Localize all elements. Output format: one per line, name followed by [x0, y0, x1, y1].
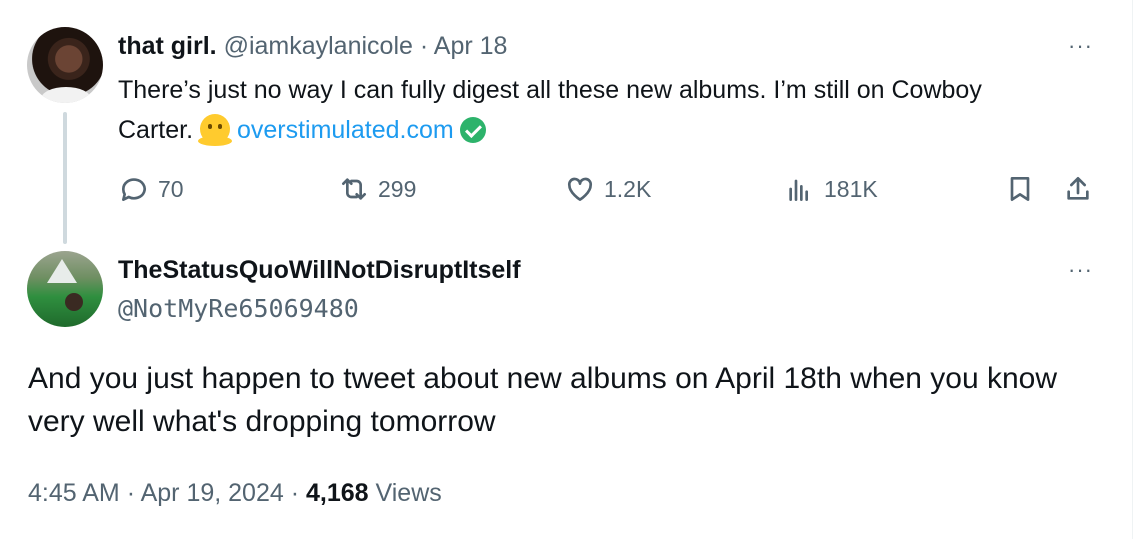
separator: · [126, 479, 136, 507]
reply-icon [121, 178, 146, 201]
tweet-text: There’s just no way I can fully digest a… [118, 70, 1058, 150]
bookmark-button[interactable] [1004, 170, 1036, 208]
verified-check-icon [459, 117, 486, 143]
views-chart-icon [789, 179, 808, 201]
views-button[interactable]: 181K [784, 170, 878, 208]
reply-count: 70 [158, 175, 184, 202]
retweet-icon [342, 178, 366, 200]
melting-face-emoji-icon [197, 114, 232, 146]
like-count: 1.2K [604, 175, 652, 202]
tweet-link[interactable]: overstimulated.com [237, 116, 454, 144]
bookmark-icon [1010, 177, 1030, 201]
views-count: 181K [824, 175, 878, 202]
handle[interactable]: @NotMyRe65069480 [118, 293, 359, 325]
right-border [1132, 0, 1133, 539]
avatar[interactable] [27, 251, 103, 327]
thread-line [63, 112, 67, 244]
tweet-date[interactable]: Apr 19, 2024 [141, 479, 284, 507]
more-icon[interactable]: ··· [1068, 259, 1093, 281]
heart-icon [567, 177, 593, 201]
display-name[interactable]: TheStatusQuoWillNotDisruptItself [118, 254, 521, 286]
tweet-header: that girl. @iamkaylanicole · Apr 18 [118, 31, 507, 61]
retweet-count: 299 [378, 175, 417, 202]
retweet-button[interactable]: 299 [338, 170, 416, 208]
separator: · [290, 479, 300, 507]
separator: · [419, 32, 429, 60]
handle[interactable]: @iamkaylanicole [224, 32, 413, 60]
tweet-text: And you just happen to tweet about new a… [28, 362, 1058, 438]
views-count: 4,168 [306, 479, 369, 507]
display-name[interactable]: that girl. [118, 32, 217, 60]
more-icon[interactable]: ··· [1068, 35, 1093, 57]
tweet-actions: 70 299 1.2K 181K [118, 170, 1108, 210]
share-button[interactable] [1062, 170, 1094, 208]
avatar[interactable] [27, 27, 103, 103]
like-button[interactable]: 1.2K [564, 170, 651, 208]
tweet-date[interactable]: Apr 18 [434, 32, 508, 60]
tweet-time[interactable]: 4:45 AM [28, 479, 120, 507]
share-icon [1067, 177, 1089, 200]
reply-button[interactable]: 70 [118, 170, 184, 208]
views-label: Views [375, 479, 442, 507]
tweet-meta: 4:45 AM · Apr 19, 2024 · 4,168 Views [28, 476, 442, 510]
